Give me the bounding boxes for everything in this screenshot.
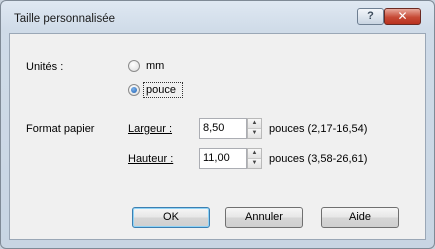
title-bar[interactable]: Taille personnalisée ? ✕ — [1, 1, 434, 33]
dialog-body: Unités : mm pouce Format papier Largeur … — [9, 33, 426, 240]
radio-mm[interactable] — [128, 60, 140, 72]
height-spin-up-icon[interactable]: ▲ — [248, 149, 261, 159]
units-label: Unités : — [26, 61, 64, 73]
height-label: Hauteur : — [128, 153, 174, 165]
close-icon[interactable]: ✕ — [384, 8, 421, 25]
paper-format-label: Format papier — [26, 123, 95, 135]
width-spin-down-icon[interactable]: ▼ — [248, 129, 261, 138]
cancel-button[interactable]: Annuler — [225, 207, 303, 228]
width-range-text: pouces (2,17-16,54) — [269, 123, 368, 135]
radio-mm-label[interactable]: mm — [146, 60, 164, 72]
width-label: Largeur : — [128, 123, 173, 135]
ok-button[interactable]: OK — [132, 207, 210, 228]
radio-selected-dot — [131, 87, 137, 93]
radio-pouce-label[interactable]: pouce — [146, 84, 176, 96]
height-spin-down-icon[interactable]: ▼ — [248, 159, 261, 168]
help-icon[interactable]: ? — [357, 8, 384, 25]
custom-size-dialog: Taille personnalisée ? ✕ Unités : mm pou… — [0, 0, 435, 249]
width-field[interactable]: 8,50 — [199, 118, 247, 139]
width-spinner[interactable]: ▲ ▼ — [247, 118, 262, 139]
height-spinner[interactable]: ▲ ▼ — [247, 148, 262, 169]
width-spin-up-icon[interactable]: ▲ — [248, 119, 261, 129]
height-range-text: pouces (3,58-26,61) — [269, 153, 368, 165]
help-button[interactable]: Aide — [321, 207, 399, 228]
radio-pouce[interactable] — [128, 84, 140, 96]
dialog-title: Taille personnalisée — [14, 13, 116, 25]
height-field[interactable]: 11,00 — [199, 148, 247, 169]
